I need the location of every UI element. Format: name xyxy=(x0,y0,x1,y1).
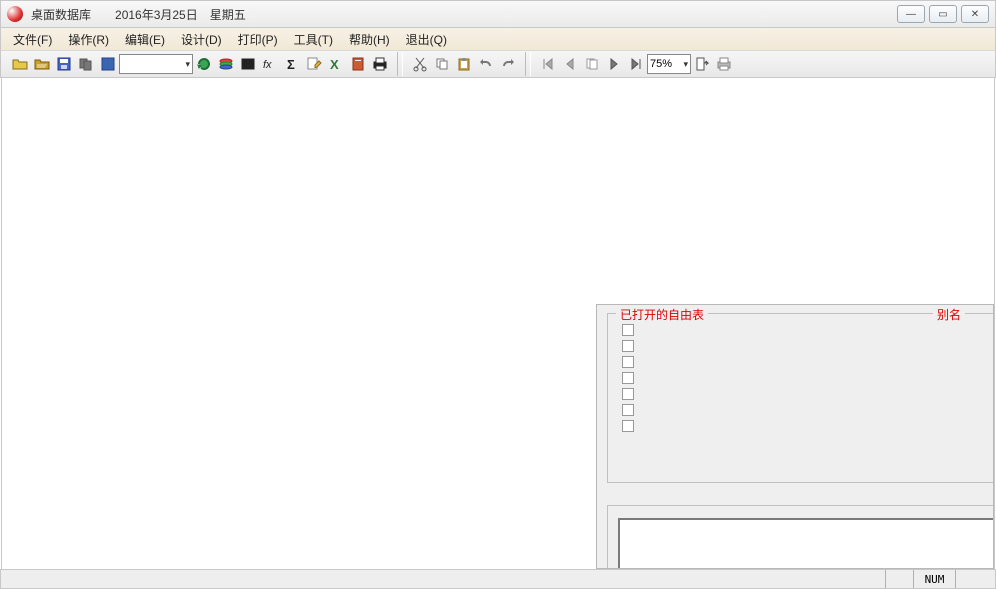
last-page-icon[interactable] xyxy=(625,53,647,75)
cut-icon[interactable] xyxy=(409,53,431,75)
status-cell xyxy=(885,570,913,588)
workspace: 已打开的自由表 别名 xyxy=(1,78,995,569)
edit-icon[interactable] xyxy=(303,53,325,75)
exit-door-icon[interactable] xyxy=(691,53,713,75)
menubar: 文件(F) 操作(R) 编辑(E) 设计(D) 打印(P) 工具(T) 帮助(H… xyxy=(0,28,996,50)
print2-icon[interactable] xyxy=(713,53,735,75)
menu-design[interactable]: 设计(D) xyxy=(173,29,230,50)
alias-label: 别名 xyxy=(933,306,965,323)
side-panel: 已打开的自由表 别名 xyxy=(596,304,994,569)
save-icon[interactable] xyxy=(53,53,75,75)
app-icon xyxy=(7,6,23,22)
menu-print[interactable]: 打印(P) xyxy=(230,29,286,50)
zoom-selector[interactable]: 75% xyxy=(647,54,691,74)
columns-icon[interactable] xyxy=(237,53,259,75)
undo-icon[interactable] xyxy=(475,53,497,75)
opened-tables-label: 已打开的自由表 xyxy=(616,306,708,323)
fx-icon[interactable]: fx xyxy=(259,53,281,75)
title-date: 2016年3月25日 xyxy=(115,6,198,23)
title-dow: 星期五 xyxy=(210,6,246,23)
table-checkbox[interactable] xyxy=(622,340,634,352)
copy-structure-icon[interactable] xyxy=(75,53,97,75)
table-checkbox[interactable] xyxy=(622,388,634,400)
export-x-icon[interactable]: X xyxy=(325,53,347,75)
menu-operate[interactable]: 操作(R) xyxy=(60,29,117,50)
svg-text:fx: fx xyxy=(263,59,272,71)
table-checkbox[interactable] xyxy=(622,324,634,336)
maximize-button[interactable]: ▭ xyxy=(929,5,957,23)
status-numlock: NUM xyxy=(913,570,955,588)
close-button[interactable]: ✕ xyxy=(961,5,989,23)
copy-icon[interactable] xyxy=(431,53,453,75)
svg-text:Σ: Σ xyxy=(287,57,295,72)
lower-fieldset xyxy=(607,505,993,568)
table-checkbox[interactable] xyxy=(622,356,634,368)
next-page-icon[interactable] xyxy=(603,53,625,75)
minimize-button[interactable]: — xyxy=(897,5,925,23)
open-folder-icon[interactable] xyxy=(31,53,53,75)
menu-help[interactable]: 帮助(H) xyxy=(341,29,398,50)
book-icon[interactable] xyxy=(347,53,369,75)
print-icon[interactable] xyxy=(369,53,391,75)
statusbar: NUM xyxy=(0,569,996,589)
table-check-list xyxy=(622,324,634,432)
app-title: 桌面数据库 xyxy=(31,6,91,23)
table-checkbox[interactable] xyxy=(622,372,634,384)
first-page-icon[interactable] xyxy=(537,53,559,75)
toolbar-separator xyxy=(397,52,403,76)
prev-page-icon[interactable] xyxy=(559,53,581,75)
table-selector[interactable] xyxy=(119,54,193,74)
opened-tables-fieldset: 已打开的自由表 别名 xyxy=(607,313,993,483)
menu-file[interactable]: 文件(F) xyxy=(5,29,60,50)
stack-icon[interactable] xyxy=(215,53,237,75)
status-cell xyxy=(955,570,995,588)
titlebar: 桌面数据库 2016年3月25日 星期五 — ▭ ✕ xyxy=(0,0,996,28)
menu-edit[interactable]: 编辑(E) xyxy=(117,29,173,50)
pages-icon[interactable] xyxy=(581,53,603,75)
redo-icon[interactable] xyxy=(497,53,519,75)
sigma-icon[interactable]: Σ xyxy=(281,53,303,75)
toolbar-separator xyxy=(525,52,531,76)
paste-icon[interactable] xyxy=(453,53,475,75)
menu-tools[interactable]: 工具(T) xyxy=(286,29,341,50)
menu-exit[interactable]: 退出(Q) xyxy=(398,29,455,50)
table-checkbox[interactable] xyxy=(622,404,634,416)
text-area[interactable] xyxy=(618,518,993,568)
table-icon[interactable] xyxy=(97,53,119,75)
refresh-icon[interactable] xyxy=(193,53,215,75)
svg-text:X: X xyxy=(330,57,339,72)
toolbar: fx Σ X 75% xyxy=(0,50,996,78)
open-icon[interactable] xyxy=(9,53,31,75)
table-checkbox[interactable] xyxy=(622,420,634,432)
